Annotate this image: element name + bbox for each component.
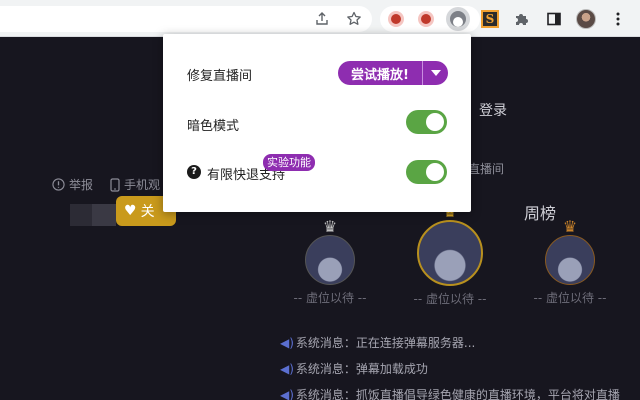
login-link[interactable]: 登录 <box>479 100 507 120</box>
rank-avatar <box>545 235 595 285</box>
speaker-icon: ◀) <box>280 362 294 376</box>
phone-watch-label: 手机观 <box>124 178 161 192</box>
help-icon[interactable]: ? <box>187 165 201 179</box>
limited-fast-back-toggle[interactable] <box>406 160 447 184</box>
rank-avatar <box>305 235 355 285</box>
active-extension-icon[interactable] <box>446 7 470 31</box>
speaker-icon: ◀) <box>280 388 294 400</box>
phone-watch-link[interactable]: 手机观 <box>110 176 160 193</box>
list-item: ◀) 系统消息：正在连接弹幕服务器... <box>280 336 476 350</box>
star-icon[interactable] <box>342 7 366 31</box>
experimental-badge: 实验功能 <box>263 154 315 171</box>
bronze-crown-icon: ♛ <box>562 217 578 236</box>
extension-popup: 修复直播间 尝试播放! 暗色模式 ? 有限快退支持 实验功能 <box>163 34 471 212</box>
toggle-knob <box>426 113 444 131</box>
dark-mode-label: 暗色模式 <box>187 119 240 134</box>
rank-first: ♛ -- 虚位以待 -- <box>410 204 490 307</box>
report-link[interactable]: 举报 <box>52 176 93 193</box>
streamer-thumb <box>92 204 116 226</box>
red-extension-icon[interactable] <box>414 7 438 31</box>
side-panel-icon[interactable] <box>542 7 566 31</box>
toggle-knob <box>426 163 444 181</box>
live-room-label: 直播间 <box>468 162 505 176</box>
s-extension-icon[interactable]: S <box>478 7 502 31</box>
puzzle-icon[interactable] <box>510 7 534 31</box>
try-play-label: 尝试播放! <box>351 67 409 83</box>
red-extension-icon[interactable] <box>384 7 408 31</box>
dark-mode-toggle[interactable] <box>406 110 447 134</box>
report-label: 举报 <box>69 178 94 192</box>
list-item: ◀) 系统消息：抓饭直播倡导绿色健康的直播环境，平台将对直播 <box>280 388 620 400</box>
rank-vacant-text: -- 虚位以待 -- <box>293 291 367 305</box>
speaker-icon: ◀) <box>280 336 294 350</box>
rank-avatar <box>417 220 483 286</box>
rank-vacant-text: -- 虚位以待 -- <box>533 291 607 305</box>
share-icon[interactable] <box>310 7 334 31</box>
phone-icon <box>110 177 120 192</box>
browser-toolbar: S <box>0 0 640 37</box>
rank-third: ♛ -- 虚位以待 -- <box>530 219 610 306</box>
kebab-menu-icon[interactable] <box>606 7 630 31</box>
try-play-button[interactable]: 尝试播放! <box>338 61 448 85</box>
heart-icon: ♥ <box>124 203 137 219</box>
rank-second: ♛ -- 虚位以待 -- <box>290 219 370 306</box>
chevron-down-icon[interactable] <box>423 69 448 77</box>
avatar[interactable] <box>574 7 598 31</box>
streamer-thumb <box>70 204 92 226</box>
list-item: ◀) 系统消息：弹幕加载成功 <box>280 362 428 376</box>
info-icon <box>52 178 65 191</box>
rank-vacant-text: -- 虚位以待 -- <box>413 292 487 306</box>
repair-room-label: 修复直播间 <box>187 69 253 84</box>
silver-crown-icon: ♛ <box>322 217 338 236</box>
extensions-group <box>380 6 480 32</box>
follow-label: 关 <box>140 204 155 220</box>
